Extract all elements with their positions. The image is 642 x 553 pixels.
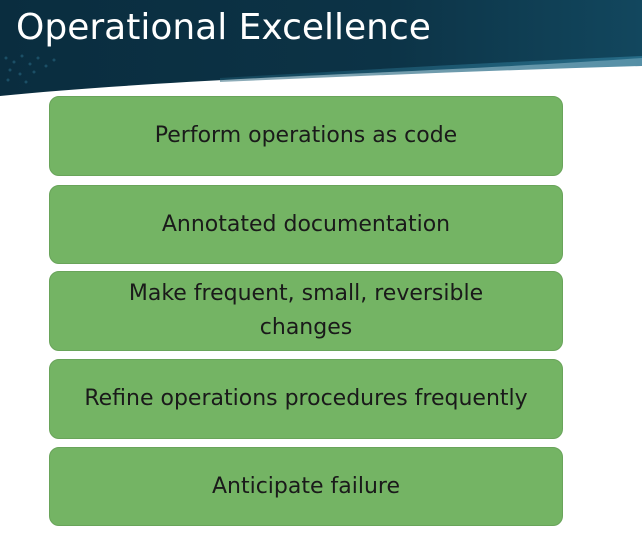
principles-list: Perform operations as code Annotated doc… [49,0,563,553]
list-item: Perform operations as code [49,96,563,176]
list-item: Refine operations procedures frequently [49,359,563,439]
list-item-label: Anticipate failure [211,473,401,499]
list-item: Annotated documentation [49,185,563,264]
list-item-label: Annotated documentation [161,211,451,237]
list-item-label: Perform operations as code [154,123,458,148]
slide: Operational Excellence Perform operation… [0,0,642,553]
list-item: Make frequent, small, reversible changes [49,271,563,351]
list-item-label: Make frequent, small, reversible changes [128,281,484,340]
list-item-label: Refine operations procedures frequently [84,386,528,411]
list-item: Anticipate failure [49,447,563,526]
